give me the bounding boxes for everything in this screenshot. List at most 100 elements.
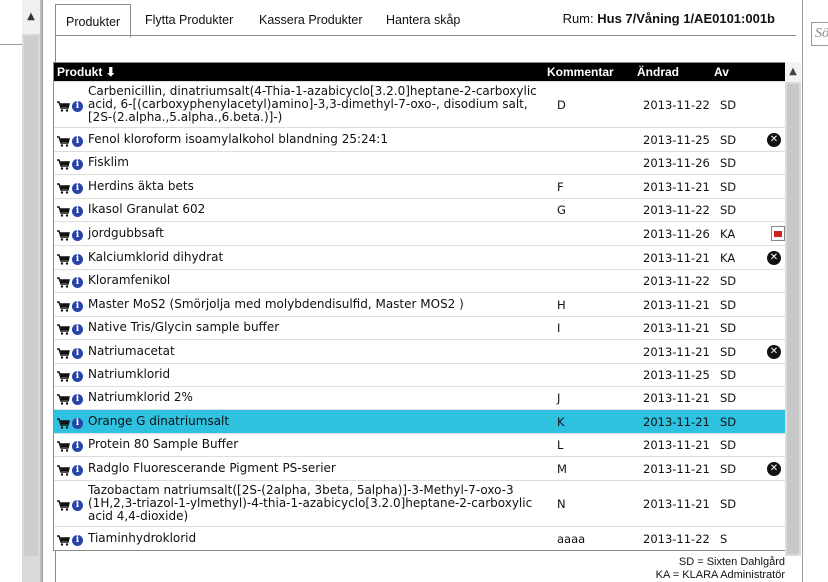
info-icon[interactable]: i <box>72 371 83 382</box>
product-name[interactable]: Natriumacetat <box>88 345 548 358</box>
cart-icon[interactable] <box>57 134 70 148</box>
info-icon[interactable]: i <box>72 101 83 112</box>
product-name[interactable]: Kloramfenikol <box>88 274 548 287</box>
table-row[interactable]: i Kloramfenikol 2013-11-22 SD <box>54 269 786 292</box>
product-name[interactable]: Natriumklorid 2% <box>88 391 548 404</box>
cart-icon[interactable] <box>57 157 70 171</box>
header-by[interactable]: Av <box>714 63 729 81</box>
product-name[interactable]: Protein 80 Sample Buffer <box>88 438 548 451</box>
remove-icon[interactable]: ✕ <box>767 251 781 265</box>
product-name[interactable]: Tiaminhydroklorid <box>88 532 548 545</box>
scroll-up-icon[interactable]: ▲ <box>785 62 801 82</box>
scroll-thumb[interactable] <box>24 36 38 556</box>
search-input[interactable]: Sö <box>811 22 828 46</box>
pdf-icon[interactable] <box>771 226 785 241</box>
info-icon[interactable]: i <box>72 394 83 405</box>
cart-icon[interactable] <box>57 181 70 195</box>
tab-produkter[interactable]: Produkter <box>55 4 132 38</box>
row-icons: i <box>57 369 83 383</box>
cart-icon[interactable] <box>57 228 70 242</box>
table-row[interactable]: i Orange G dinatriumsalt K 2013-11-21 SD <box>54 409 786 433</box>
cart-icon[interactable] <box>57 99 70 113</box>
table-row[interactable]: i jordgubbsaft 2013-11-26 KA <box>54 221 786 245</box>
table-row[interactable]: i Radglo Fluorescerande Pigment PS-serier… <box>54 456 786 480</box>
table-row[interactable]: i Tazobactam natriumsalt([2S-(2alpha, 3be… <box>54 480 786 526</box>
table-row[interactable]: i Protein 80 Sample Buffer L 2013-11-21 SD <box>54 433 786 456</box>
changed-by: SD <box>720 156 737 170</box>
product-name[interactable]: Kalciumklorid dihydrat <box>88 251 548 264</box>
cart-icon[interactable] <box>57 533 70 547</box>
cart-icon[interactable] <box>57 322 70 336</box>
cart-icon[interactable] <box>57 204 70 218</box>
cart-icon[interactable] <box>57 498 70 512</box>
product-name[interactable]: Orange G dinatriumsalt <box>88 415 548 428</box>
header-changed[interactable]: Ändrad <box>637 63 679 81</box>
product-name[interactable]: Carbenicillin, dinatriumsalt(4-Thia-1-az… <box>88 85 543 124</box>
table-scroll-thumb[interactable] <box>787 84 799 554</box>
product-name[interactable]: Tazobactam natriumsalt([2S-(2alpha, 3bet… <box>88 484 543 523</box>
table-row[interactable]: i Tiaminhydroklorid aaaa 2013-11-22 S <box>54 526 786 550</box>
changed-date: 2013-11-25 <box>643 368 710 382</box>
cart-icon[interactable] <box>57 416 70 430</box>
info-icon[interactable]: i <box>72 441 83 452</box>
table-row[interactable]: i Native Tris/Glycin sample buffer I 2013-1… <box>54 316 786 339</box>
info-icon[interactable]: i <box>72 230 83 241</box>
product-name[interactable]: Ikasol Granulat 602 <box>88 203 548 216</box>
info-icon[interactable]: i <box>72 159 83 170</box>
header-product[interactable]: Produkt ⬇ <box>57 63 116 81</box>
remove-icon[interactable]: ✕ <box>767 133 781 147</box>
product-name[interactable]: Fisklim <box>88 156 548 169</box>
info-icon[interactable]: i <box>72 136 83 147</box>
tab-hantera-skap[interactable]: Hantera skåp <box>386 6 460 34</box>
info-icon[interactable]: i <box>72 324 83 335</box>
product-name[interactable]: Radglo Fluorescerande Pigment PS-serier <box>88 462 548 475</box>
tab-kassera-produkter[interactable]: Kassera Produkter <box>259 6 363 34</box>
product-name[interactable]: Natriumklorid <box>88 368 548 381</box>
header-comment[interactable]: Kommentar <box>547 63 614 81</box>
table-row[interactable]: i Master MoS2 (Smörjolja med molybdendisu… <box>54 292 786 316</box>
cart-icon[interactable] <box>57 275 70 289</box>
info-icon[interactable]: i <box>72 500 83 511</box>
info-icon[interactable]: i <box>72 418 83 429</box>
info-icon[interactable]: i <box>72 277 83 288</box>
product-name[interactable]: jordgubbsaft <box>88 227 548 240</box>
changed-date: 2013-11-22 <box>643 274 710 288</box>
changed-date: 2013-11-21 <box>643 251 710 265</box>
table-row[interactable]: i Carbenicillin, dinatriumsalt(4-Thia-1-a… <box>54 81 786 127</box>
table-row[interactable]: i Herdins äkta bets F 2013-11-21 SD <box>54 174 786 198</box>
product-name[interactable]: Fenol kloroform isoamylalkohol blandning… <box>88 133 548 146</box>
product-name[interactable]: Herdins äkta bets <box>88 180 548 193</box>
cart-icon[interactable] <box>57 439 70 453</box>
cart-icon[interactable] <box>57 463 70 477</box>
table-row[interactable]: i Fisklim 2013-11-26 SD <box>54 151 786 174</box>
product-name[interactable]: Master MoS2 (Smörjolja med molybdendisul… <box>88 298 548 311</box>
table-row[interactable]: i Kalciumklorid dihydrat 2013-11-21 KA ✕ <box>54 245 786 269</box>
info-icon[interactable]: i <box>72 348 83 359</box>
info-icon[interactable]: i <box>72 301 83 312</box>
changed-by: SD <box>720 462 737 476</box>
table-row[interactable]: i Fenol kloroform isoamylalkohol blandnin… <box>54 127 786 151</box>
info-icon[interactable]: i <box>72 254 83 265</box>
scroll-up-icon[interactable]: ▲ <box>22 0 40 34</box>
table-row[interactable]: i Natriumklorid 2% J 2013-11-21 SD <box>54 386 786 409</box>
changed-by: SD <box>720 345 737 359</box>
remove-icon[interactable]: ✕ <box>767 345 781 359</box>
product-name[interactable]: Native Tris/Glycin sample buffer <box>88 321 548 334</box>
cart-icon[interactable] <box>57 392 70 406</box>
info-icon[interactable]: i <box>72 465 83 476</box>
info-icon[interactable]: i <box>72 183 83 194</box>
cart-icon[interactable] <box>57 252 70 266</box>
info-icon[interactable]: i <box>72 535 83 546</box>
remove-icon[interactable]: ✕ <box>767 462 781 476</box>
info-icon[interactable]: i <box>72 206 83 217</box>
table-row[interactable]: i Natriumacetat 2013-11-21 SD ✕ <box>54 339 786 363</box>
table-row[interactable]: i Natriumklorid 2013-11-25 SD <box>54 363 786 386</box>
cart-icon[interactable] <box>57 299 70 313</box>
tab-flytta-produkter[interactable]: Flytta Produkter <box>145 6 233 34</box>
cart-icon[interactable] <box>57 346 70 360</box>
table-row[interactable]: i Ikasol Granulat 602 G 2013-11-22 SD <box>54 198 786 221</box>
table-scrollbar[interactable]: ▲ <box>785 62 801 556</box>
cart-icon[interactable] <box>57 369 70 383</box>
left-scrollbar[interactable]: ▲ <box>22 0 41 582</box>
row-icons: i <box>57 463 83 477</box>
